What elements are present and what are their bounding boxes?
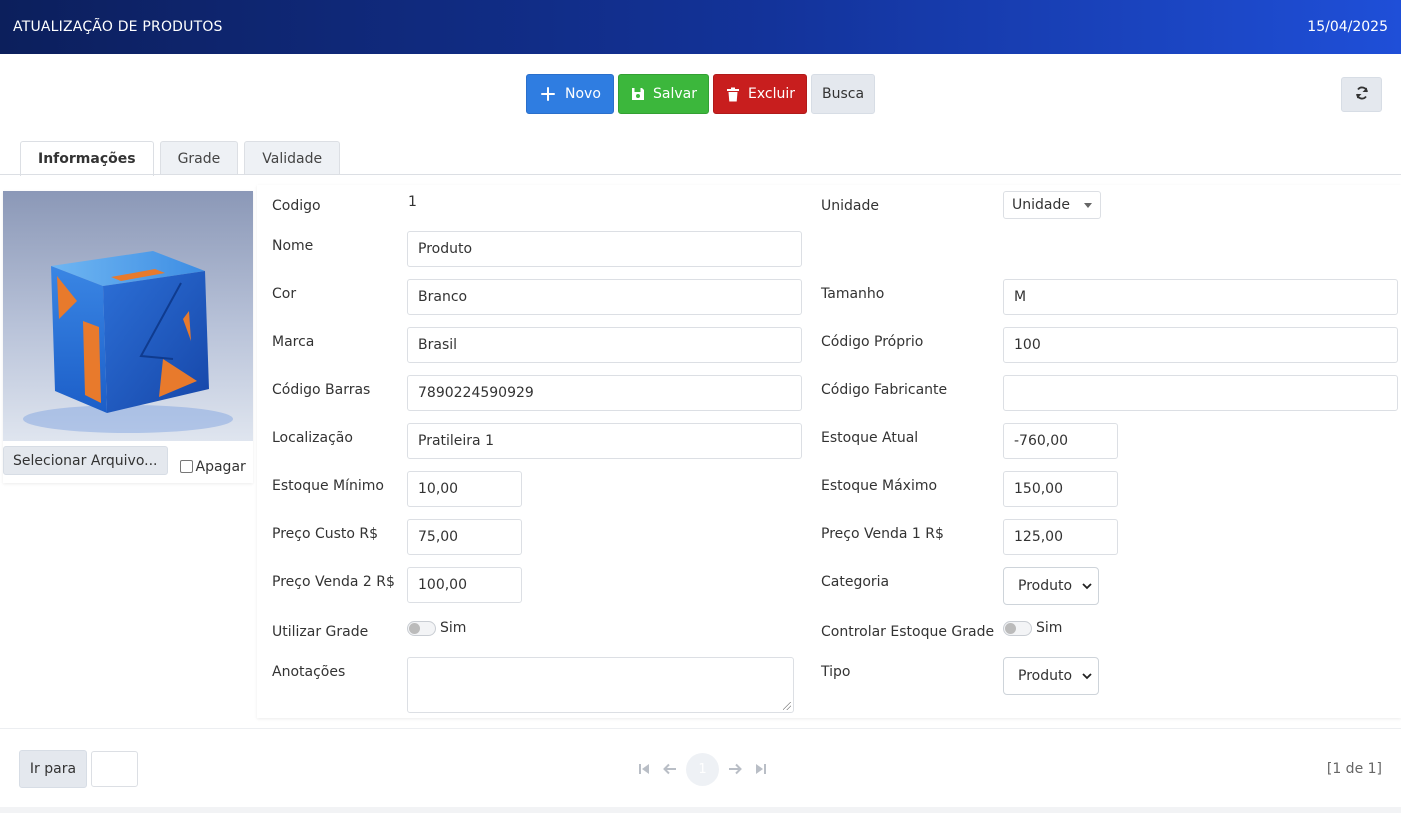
preco-venda2-label: Preço Venda 2 R$ [272, 574, 395, 590]
app-header: ATUALIZAÇÃO DE PRODUTOS 15/04/2025 [0, 0, 1401, 54]
toolbar: Novo Salvar Excluir Busca [526, 74, 875, 114]
product-image-panel: Selecionar Arquivo... Apagar [3, 191, 253, 483]
localizacao-label: Localização [272, 430, 353, 446]
plus-icon [539, 85, 557, 103]
codigo-label: Codigo [272, 198, 321, 214]
marca-label: Marca [272, 334, 315, 350]
estoque-atual-input[interactable]: -760,00 [1003, 423, 1118, 459]
ir-para-button[interactable]: Ir para [19, 750, 87, 788]
controlar-estoque-grade-toggle[interactable]: Sim [1003, 620, 1062, 636]
excluir-label: Excluir [748, 86, 795, 102]
preco-venda1-label: Preço Venda 1 R$ [821, 526, 944, 542]
controlar-estoque-grade-track[interactable] [1003, 620, 1032, 636]
file-row: Selecionar Arquivo... Apagar [3, 446, 253, 475]
footer-bottom-strip [0, 807, 1401, 813]
caret-down-icon [1084, 202, 1092, 208]
refresh-icon [1355, 86, 1369, 103]
product-image [3, 191, 253, 441]
refresh-button[interactable] [1341, 77, 1382, 112]
busca-button[interactable]: Busca [811, 74, 875, 114]
page-title: ATUALIZAÇÃO DE PRODUTOS [13, 19, 223, 35]
tab-bar: Informações Grade Validade [20, 141, 341, 176]
preco-custo-label: Preço Custo R$ [272, 526, 379, 542]
localizacao-input[interactable]: Pratileira 1 [407, 423, 802, 459]
tab-grade[interactable]: Grade [159, 141, 239, 175]
chevron-down-icon [1082, 670, 1092, 683]
select-file-button[interactable]: Selecionar Arquivo... [3, 446, 168, 475]
salvar-label: Salvar [653, 86, 697, 102]
controlar-estoque-grade-label: Controlar Estoque Grade [821, 624, 995, 640]
trash-icon [726, 85, 740, 103]
preco-venda2-input[interactable]: 100,00 [407, 567, 522, 603]
apagar-checkbox-box[interactable] [179, 460, 193, 473]
current-page-indicator[interactable]: 1 [686, 752, 719, 786]
apagar-label: Apagar [195, 458, 246, 475]
cor-label: Cor [272, 286, 297, 302]
utilizar-grade-track[interactable] [407, 620, 436, 636]
anotacoes-textarea[interactable] [407, 657, 794, 713]
unidade-value: Unidade [1012, 197, 1070, 213]
novo-button[interactable]: Novo [526, 74, 614, 114]
unidade-select[interactable]: Unidade [1003, 191, 1101, 219]
estoque-atual-label: Estoque Atual [821, 430, 919, 446]
categoria-label: Categoria [821, 574, 890, 590]
product-form: Codigo 1 Nome Produto Cor Branco Marca B… [257, 185, 1401, 718]
unidade-label: Unidade [821, 198, 879, 214]
utilizar-grade-sim: Sim [440, 620, 467, 636]
save-icon [631, 85, 645, 103]
controlar-estoque-grade-sim: Sim [1036, 620, 1063, 636]
codigo-barras-label: Código Barras [272, 382, 371, 398]
utilizar-grade-label: Utilizar Grade [272, 624, 369, 640]
controlar-estoque-grade-knob [1005, 622, 1016, 634]
categoria-value: Produto [1018, 578, 1073, 594]
nome-label: Nome [272, 238, 314, 254]
codigo-value: 1 [408, 194, 417, 210]
novo-label: Novo [565, 86, 601, 102]
tab-informacoes[interactable]: Informações [20, 141, 154, 176]
estoque-maximo-input[interactable]: 150,00 [1003, 471, 1118, 507]
apagar-checkbox[interactable]: Apagar [179, 458, 246, 475]
cor-input[interactable]: Branco [407, 279, 802, 315]
tab-validade[interactable]: Validade [244, 141, 341, 175]
pagination: 1 [634, 752, 771, 786]
tab-divider [0, 174, 1401, 175]
codigo-proprio-label: Código Próprio [821, 334, 924, 350]
codigo-barras-input[interactable]: 7890224590929 [407, 375, 802, 411]
estoque-minimo-input[interactable]: 10,00 [407, 471, 522, 507]
categoria-select[interactable]: Produto [1003, 567, 1099, 605]
resize-grip-icon[interactable] [783, 702, 791, 710]
codigo-proprio-input[interactable]: 100 [1003, 327, 1398, 363]
page-info: [1 de 1] [1326, 761, 1382, 777]
last-page-icon[interactable] [751, 752, 771, 786]
codigo-fabricante-label: Código Fabricante [821, 382, 948, 398]
excluir-button[interactable]: Excluir [713, 74, 807, 114]
marca-input[interactable]: Brasil [407, 327, 802, 363]
chevron-down-icon [1082, 580, 1092, 593]
tamanho-label: Tamanho [821, 286, 885, 302]
preco-custo-input[interactable]: 75,00 [407, 519, 522, 555]
preco-venda1-input[interactable]: 125,00 [1003, 519, 1118, 555]
tipo-select[interactable]: Produto [1003, 657, 1099, 695]
prev-page-icon[interactable] [660, 752, 680, 786]
estoque-maximo-label: Estoque Máximo [821, 478, 938, 494]
tipo-label: Tipo [821, 664, 851, 680]
tipo-value: Produto [1018, 668, 1073, 684]
anotacoes-label: Anotações [272, 664, 346, 680]
nome-input[interactable]: Produto [407, 231, 802, 267]
salvar-button[interactable]: Salvar [618, 74, 709, 114]
ir-para-input[interactable] [91, 751, 138, 787]
estoque-minimo-label: Estoque Mínimo [272, 478, 384, 494]
header-date: 15/04/2025 [1307, 19, 1388, 35]
utilizar-grade-toggle[interactable]: Sim [407, 620, 466, 636]
next-page-icon[interactable] [725, 752, 745, 786]
first-page-icon[interactable] [634, 752, 654, 786]
tamanho-input[interactable]: M [1003, 279, 1398, 315]
codigo-fabricante-input[interactable] [1003, 375, 1398, 411]
utilizar-grade-knob [409, 622, 420, 634]
